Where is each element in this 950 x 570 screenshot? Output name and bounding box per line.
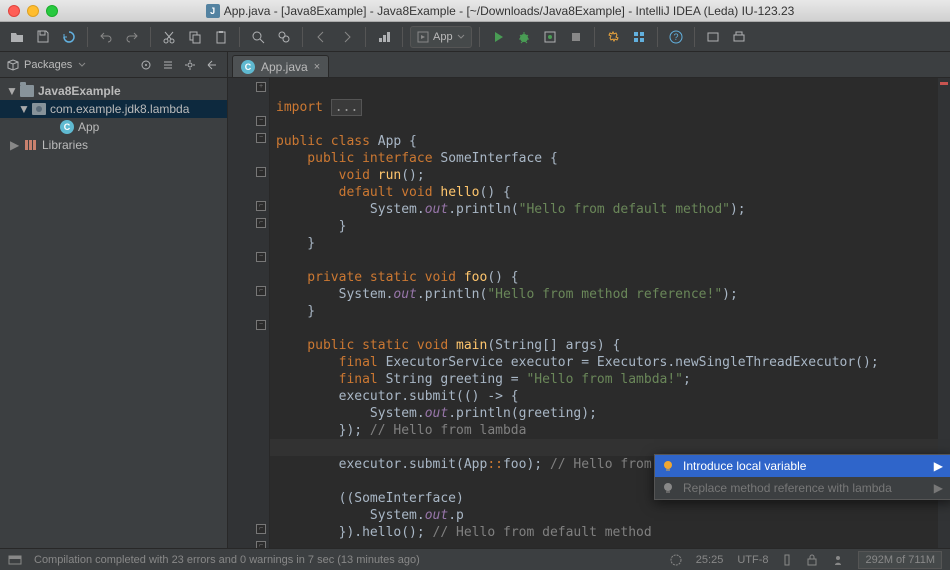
fold-marker[interactable]: −: [256, 252, 266, 262]
editor-gutter[interactable]: + − − − ⌐ ⌐ − ⌐ − ⌐ ⌐: [228, 78, 270, 548]
fold-marker[interactable]: ⌐: [256, 201, 266, 211]
build-button[interactable]: [373, 26, 395, 48]
close-tab-icon[interactable]: ×: [314, 61, 320, 73]
code-editor[interactable]: + − − − ⌐ ⌐ − ⌐ − ⌐ ⌐ import ... public …: [228, 78, 950, 548]
fold-marker[interactable]: ⌐: [256, 218, 266, 228]
project-tree: ▼ Java8Example ▼ com.example.jdk8.lambda…: [0, 78, 228, 548]
package-icon: [32, 103, 46, 115]
close-window-button[interactable]: [8, 5, 20, 17]
tree-project-root[interactable]: ▼ Java8Example: [0, 82, 227, 100]
library-icon: [24, 139, 38, 151]
intention-bulb-icon: [661, 481, 675, 495]
fold-marker[interactable]: +: [256, 82, 266, 92]
run-config-label: App: [433, 31, 453, 43]
tree-class-app[interactable]: C App: [0, 118, 227, 136]
main-split: ▼ Java8Example ▼ com.example.jdk8.lambda…: [0, 78, 950, 548]
zoom-window-button[interactable]: [46, 5, 58, 17]
tree-package[interactable]: ▼ com.example.jdk8.lambda: [0, 100, 227, 118]
editor-tabs: C App.java ×: [228, 52, 329, 77]
title-text: App.java - [Java8Example] - Java8Example…: [224, 4, 795, 18]
window-controls: [8, 5, 58, 17]
run-config-selector[interactable]: App: [410, 26, 472, 48]
submenu-arrow-icon: ▶: [914, 481, 943, 495]
fold-marker[interactable]: −: [256, 320, 266, 330]
background-tasks-icon[interactable]: [670, 554, 682, 566]
folder-icon: [20, 85, 34, 97]
memory-indicator[interactable]: 292M of 711M: [858, 551, 942, 569]
java-file-icon: J: [206, 4, 220, 18]
navigation-bar: Packages C App.java ×: [0, 52, 950, 78]
cut-button[interactable]: [158, 26, 180, 48]
popup-replace-lambda[interactable]: Replace method reference with lambda ▶: [655, 477, 950, 499]
settings-button[interactable]: [602, 26, 624, 48]
package-icon: [6, 58, 20, 72]
tree-libraries[interactable]: ▶ Libraries: [0, 136, 227, 154]
encoding-indicator[interactable]: UTF-8: [737, 554, 768, 566]
class-icon: C: [60, 120, 74, 134]
expand-icon[interactable]: ▼: [18, 102, 28, 116]
hide-tool-button[interactable]: [203, 56, 221, 74]
debug-button[interactable]: [513, 26, 535, 48]
replace-button[interactable]: [273, 26, 295, 48]
intention-bulb-icon: [661, 459, 675, 473]
insert-mode-icon[interactable]: [782, 554, 792, 566]
sync-button[interactable]: [58, 26, 80, 48]
undo-button[interactable]: [95, 26, 117, 48]
class-icon: C: [241, 60, 255, 74]
tab-label: App.java: [261, 60, 308, 74]
save-button[interactable]: [32, 26, 54, 48]
status-bar: Compilation completed with 23 errors and…: [0, 548, 950, 570]
project-tool-header: Packages: [0, 52, 228, 77]
fold-marker[interactable]: ⌐: [256, 524, 266, 534]
expand-icon[interactable]: ▶: [10, 138, 20, 152]
popup-introduce-variable[interactable]: Introduce local variable ▶: [655, 455, 950, 477]
toolbar-extra-1[interactable]: [702, 26, 724, 48]
fold-marker[interactable]: ⌐: [256, 286, 266, 296]
packages-view-label[interactable]: Packages: [6, 58, 72, 72]
open-file-button[interactable]: [6, 26, 28, 48]
fold-marker[interactable]: ⌐: [256, 541, 266, 548]
run-button[interactable]: [487, 26, 509, 48]
back-button[interactable]: [310, 26, 332, 48]
window-title: J App.java - [Java8Example] - Java8Examp…: [58, 4, 942, 18]
find-button[interactable]: [247, 26, 269, 48]
titlebar: J App.java - [Java8Example] - Java8Examp…: [0, 0, 950, 22]
project-structure-button[interactable]: [628, 26, 650, 48]
forward-button[interactable]: [336, 26, 358, 48]
status-icon[interactable]: [8, 553, 22, 567]
readonly-icon[interactable]: [806, 554, 818, 566]
scroll-to-source-button[interactable]: [137, 56, 155, 74]
help-button[interactable]: ?: [665, 26, 687, 48]
copy-button[interactable]: [184, 26, 206, 48]
intention-popup: Introduce local variable ▶ Replace metho…: [654, 454, 950, 500]
stop-button[interactable]: [565, 26, 587, 48]
paste-button[interactable]: [210, 26, 232, 48]
fold-marker[interactable]: −: [256, 133, 266, 143]
svg-text:?: ?: [673, 32, 678, 42]
expand-icon[interactable]: ▼: [6, 84, 16, 98]
main-toolbar: App ?: [0, 22, 950, 52]
tab-app-java[interactable]: C App.java ×: [232, 55, 329, 77]
submenu-arrow-icon: ▶: [914, 459, 943, 473]
coverage-button[interactable]: [539, 26, 561, 48]
fold-marker[interactable]: −: [256, 167, 266, 177]
dropdown-icon[interactable]: [78, 61, 86, 69]
redo-button[interactable]: [121, 26, 143, 48]
collapse-all-button[interactable]: [159, 56, 177, 74]
hector-icon[interactable]: [832, 554, 844, 566]
fold-marker[interactable]: −: [256, 116, 266, 126]
tool-settings-button[interactable]: [181, 56, 199, 74]
minimize-window-button[interactable]: [27, 5, 39, 17]
toolbar-extra-2[interactable]: [728, 26, 750, 48]
status-message: Compilation completed with 23 errors and…: [34, 554, 420, 566]
line-column-indicator[interactable]: 25:25: [696, 554, 724, 566]
error-marker[interactable]: [940, 82, 948, 85]
